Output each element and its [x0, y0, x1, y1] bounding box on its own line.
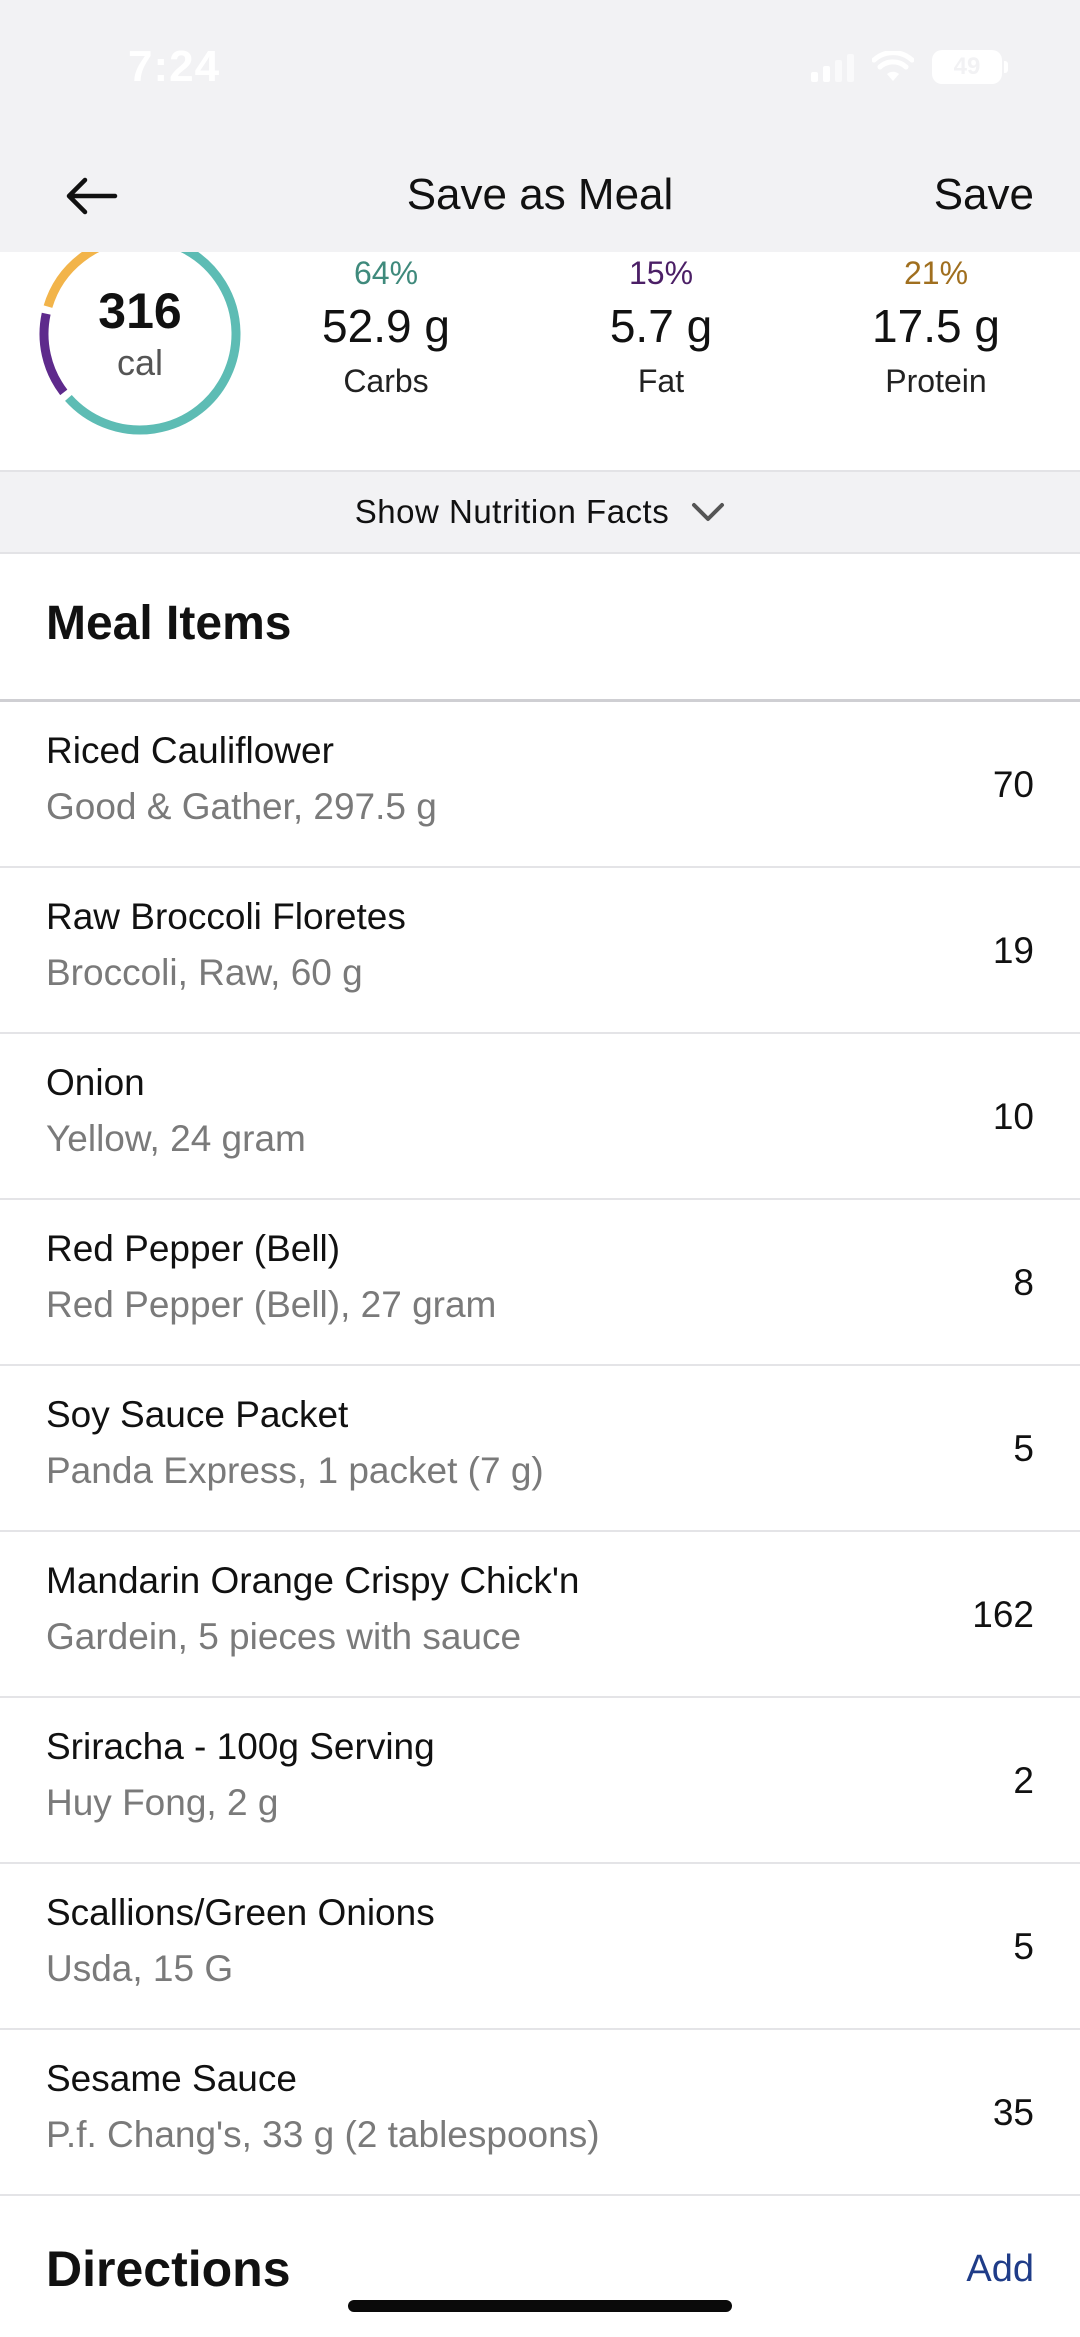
macro-percent: 21%: [903, 255, 969, 291]
meal-item-description: Huy Fong, 2 g: [46, 1782, 279, 1823]
meal-item-name: Onion: [46, 1062, 145, 1103]
meal-item-description: Yellow, 24 gram: [46, 1118, 306, 1159]
meal-item-name: Mandarin Orange Crispy Chick'n: [46, 1560, 580, 1601]
wifi-icon: [872, 51, 914, 81]
status-icons: 49: [811, 50, 1008, 84]
macro-amount: 52.9 g: [322, 300, 450, 352]
meal-item-description: Usda, 15 G: [46, 1948, 234, 1989]
macro-amount: 17.5 g: [872, 300, 1000, 352]
meal-item-calories: 162: [972, 1594, 1034, 1635]
macro-percent: 64%: [353, 255, 419, 291]
meal-item[interactable]: Mandarin Orange Crispy Chick'n Gardein, …: [0, 1532, 1080, 1698]
meal-item-description: Gardein, 5 pieces with sauce: [46, 1616, 522, 1657]
meal-item[interactable]: Sriracha - 100g Serving Huy Fong, 2 g 2: [0, 1698, 1080, 1864]
show-nutrition-facts-toggle[interactable]: Show Nutrition Facts: [0, 470, 1080, 554]
meal-item-name: Scallions/Green Onions: [46, 1892, 435, 1933]
directions-section: Directions Add: [0, 2196, 1080, 2337]
meal-item-name: Raw Broccoli Floretes: [46, 896, 406, 937]
page-title: Save as Meal: [406, 170, 674, 219]
add-directions-button[interactable]: Add: [966, 2248, 1034, 2291]
home-indicator[interactable]: [348, 2300, 732, 2312]
nutrition-summary: 316 cal 64% 52.9 g Carbs 15% 5.7 g Fat 2…: [0, 252, 1080, 470]
meal-item-calories: 8: [1013, 1262, 1034, 1303]
meal-item-name: Red Pepper (Bell): [46, 1228, 341, 1269]
meal-item[interactable]: Onion Yellow, 24 gram 10: [0, 1034, 1080, 1200]
meal-item-calories: 5: [1013, 1926, 1034, 1967]
meal-item-name: Riced Cauliflower: [46, 730, 334, 771]
meal-item-calories: 70: [992, 764, 1034, 805]
show-nutrition-facts-label: Show Nutrition Facts: [354, 493, 670, 530]
status-bar: 7:24 49: [0, 0, 1080, 140]
meal-items-title: Meal Items: [46, 597, 292, 650]
meal-item-description: Good & Gather, 297.5 g: [46, 786, 437, 827]
meal-item[interactable]: Sesame Sauce P.f. Chang's, 33 g (2 table…: [0, 2030, 1080, 2196]
meal-item[interactable]: Riced Cauliflower Good & Gather, 297.5 g…: [0, 702, 1080, 868]
meal-item-description: Panda Express, 1 packet (7 g): [46, 1450, 544, 1491]
meal-item-description: Red Pepper (Bell), 27 gram: [46, 1284, 497, 1325]
calorie-ring-segment-carbs: [65, 252, 241, 435]
meal-item-name: Sesame Sauce: [46, 2058, 297, 2099]
calorie-ring: 316 cal: [30, 252, 250, 444]
meal-item[interactable]: Red Pepper (Bell) Red Pepper (Bell), 27 …: [0, 1200, 1080, 1366]
meal-item-calories: 2: [1013, 1760, 1034, 1801]
macro-label: Protein: [885, 363, 987, 399]
meal-item-description: Broccoli, Raw, 60 g: [46, 952, 363, 993]
meal-item-calories: 19: [992, 930, 1034, 971]
meal-item-calories: 35: [992, 2092, 1034, 2133]
meal-item[interactable]: Soy Sauce Packet Panda Express, 1 packet…: [0, 1366, 1080, 1532]
meal-item-description: P.f. Chang's, 33 g (2 tablespoons): [46, 2114, 600, 2155]
macro-protein: 21% 17.5 g Protein: [826, 252, 1046, 404]
meal-item[interactable]: Raw Broccoli Floretes Broccoli, Raw, 60 …: [0, 868, 1080, 1034]
meal-item-name: Soy Sauce Packet: [46, 1394, 349, 1435]
calorie-unit: cal: [116, 342, 164, 383]
status-time: 7:24: [128, 42, 221, 91]
directions-title: Directions: [46, 2241, 291, 2297]
chevron-down-icon: [692, 503, 725, 521]
meal-item-calories: 5: [1013, 1428, 1034, 1469]
meal-items-list: Riced Cauliflower Good & Gather, 297.5 g…: [0, 702, 1080, 2196]
cellular-signal-icon: [811, 52, 854, 82]
macro-label: Fat: [637, 363, 685, 399]
battery-icon: 49: [932, 50, 1008, 84]
save-button[interactable]: Save: [934, 160, 1034, 230]
meal-item-name: Sriracha - 100g Serving: [46, 1726, 435, 1767]
meal-items-header: Meal Items: [0, 554, 1080, 702]
nav-bar: Save as Meal Save: [0, 140, 1080, 252]
calorie-value: 316: [98, 283, 182, 339]
macro-amount: 5.7 g: [609, 300, 713, 352]
meal-item-calories: 10: [992, 1096, 1034, 1137]
macro-carbs: 64% 52.9 g Carbs: [276, 252, 496, 404]
macro-percent: 15%: [628, 255, 694, 291]
macro-fat: 15% 5.7 g Fat: [551, 252, 771, 404]
macro-label: Carbs: [343, 363, 429, 399]
meal-item[interactable]: Scallions/Green Onions Usda, 15 G 5: [0, 1864, 1080, 2030]
